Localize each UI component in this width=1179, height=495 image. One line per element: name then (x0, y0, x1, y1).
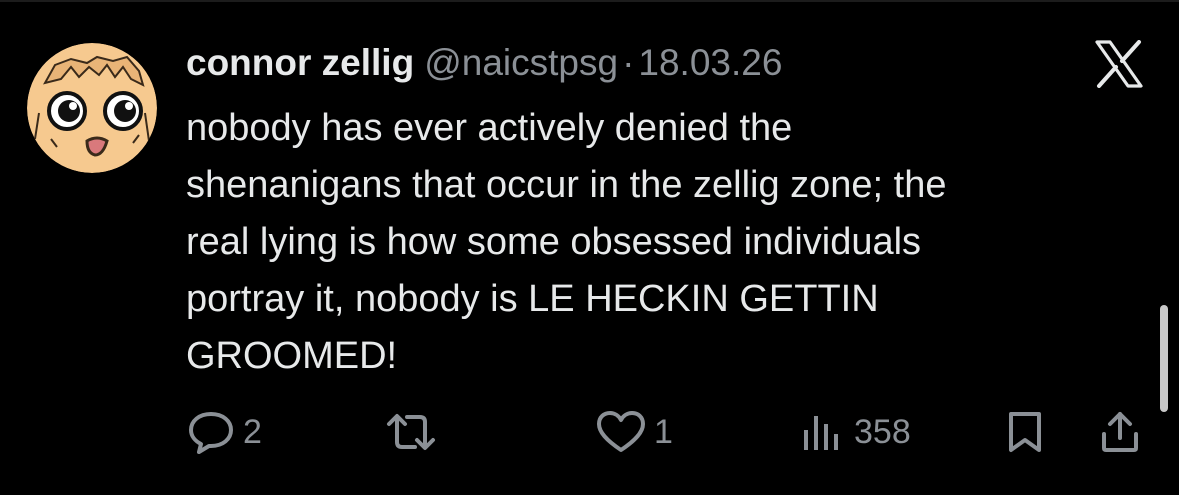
bookmark-icon (1009, 412, 1041, 452)
like-count: 1 (654, 413, 673, 451)
views-count: 358 (854, 413, 911, 451)
author-display-name[interactable]: connor zellig (186, 42, 414, 83)
tweet-text-line: shenanigans that occur in the zellig zon… (186, 164, 947, 206)
views-button[interactable]: 358 (800, 410, 911, 454)
like-button[interactable]: 1 (596, 410, 673, 454)
tweet-date[interactable]: 18.03.26 (638, 42, 782, 83)
retweet-button[interactable] (385, 410, 445, 454)
share-upload-icon (1102, 412, 1138, 452)
avatar[interactable] (27, 43, 157, 173)
tweet-text-line: GROOMED! (186, 335, 398, 377)
bookmark-button[interactable] (1005, 410, 1045, 454)
views-bar-chart-icon (804, 416, 838, 450)
tweet-header: connor zellig @naicstpsg · 18.03.26 (186, 38, 782, 88)
reply-bubble-icon (189, 412, 233, 454)
tweet-text-line: nobody has ever actively denied the (186, 107, 793, 149)
reply-count: 2 (243, 413, 262, 451)
tweet-card[interactable]: connor zellig @naicstpsg · 18.03.26 nobody … (0, 0, 1179, 495)
reply-button[interactable]: 2 (187, 410, 262, 454)
author-handle[interactable]: @naicstpsg (424, 42, 618, 83)
header-separator: · (622, 42, 635, 83)
retweet-icon (387, 414, 435, 450)
heart-icon (597, 411, 645, 452)
tweet-text-line: portray it, nobody is LE HECKIN GETTIN (186, 278, 879, 320)
share-button[interactable] (1098, 410, 1142, 454)
tweet-text-line: real lying is how some obsessed individu… (186, 221, 922, 263)
tweet-text: nobody has ever actively denied the shen… (186, 100, 1126, 385)
scrollbar[interactable] (1160, 305, 1168, 412)
x-logo-icon (1095, 40, 1143, 88)
cartoon-face-avatar-icon (27, 43, 157, 173)
